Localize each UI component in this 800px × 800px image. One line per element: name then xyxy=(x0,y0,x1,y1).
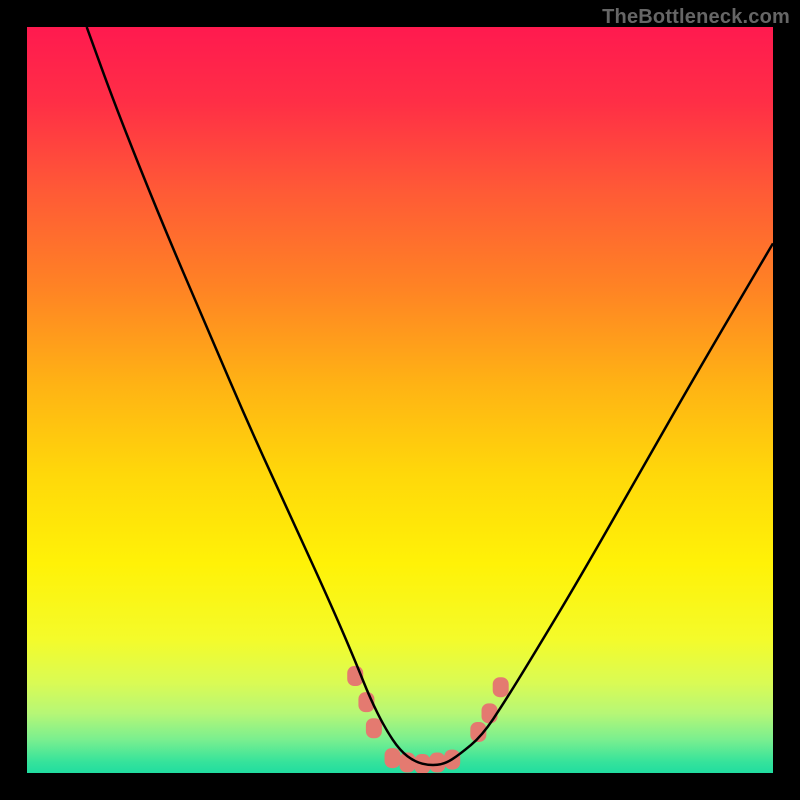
bottleneck-curve xyxy=(87,27,773,765)
watermark-text: TheBottleneck.com xyxy=(602,6,790,29)
curve-marker xyxy=(493,677,509,697)
marker-group xyxy=(347,666,508,773)
plot-area xyxy=(27,27,773,773)
curve-marker xyxy=(482,703,498,723)
curve-layer xyxy=(27,27,773,773)
chart-frame: TheBottleneck.com xyxy=(0,0,800,800)
curve-marker xyxy=(385,748,401,768)
curve-marker xyxy=(366,718,382,738)
